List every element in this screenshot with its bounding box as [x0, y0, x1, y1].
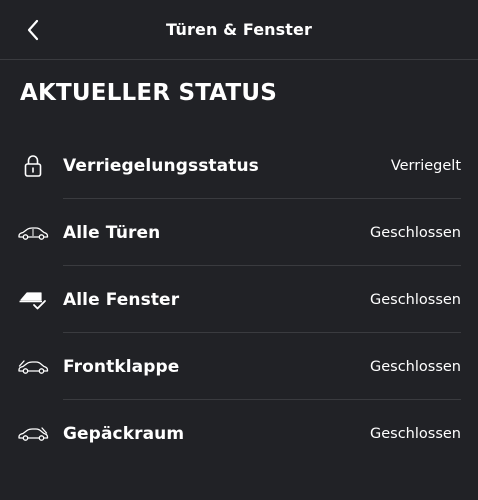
section-title: AKTUELLER STATUS: [20, 80, 278, 106]
app-screen: Türen & Fenster AKTUELLER STATUS Verrieg…: [0, 0, 478, 500]
status-row-doors[interactable]: Alle Türen Geschlossen: [0, 199, 478, 266]
status-label: Frontklappe: [63, 356, 180, 377]
status-label: Alle Türen: [63, 222, 161, 243]
status-value: Geschlossen: [370, 358, 461, 375]
status-row-trunk[interactable]: Gepäckraum Geschlossen: [0, 400, 478, 467]
car-hood-icon: [17, 355, 49, 379]
lock-icon: [17, 154, 49, 178]
status-label: Verriegelungsstatus: [63, 155, 259, 176]
car-trunk-icon: [17, 422, 49, 446]
car-doors-icon: [17, 221, 49, 245]
status-label: Alle Fenster: [63, 289, 180, 310]
status-list: Verriegelungsstatus Verriegelt Alle Türe…: [0, 132, 478, 467]
status-row-windows[interactable]: Alle Fenster Geschlossen: [0, 266, 478, 333]
status-value: Geschlossen: [370, 224, 461, 241]
page-title: Türen & Fenster: [166, 20, 312, 39]
window-check-icon: [17, 288, 49, 312]
status-row-lock[interactable]: Verriegelungsstatus Verriegelt: [0, 132, 478, 199]
status-value: Verriegelt: [390, 157, 461, 174]
status-label: Gepäckraum: [63, 423, 185, 444]
header-bar: Türen & Fenster: [0, 0, 478, 60]
status-value: Geschlossen: [370, 291, 461, 308]
status-value: Geschlossen: [370, 425, 461, 442]
status-row-hood[interactable]: Frontklappe Geschlossen: [0, 333, 478, 400]
